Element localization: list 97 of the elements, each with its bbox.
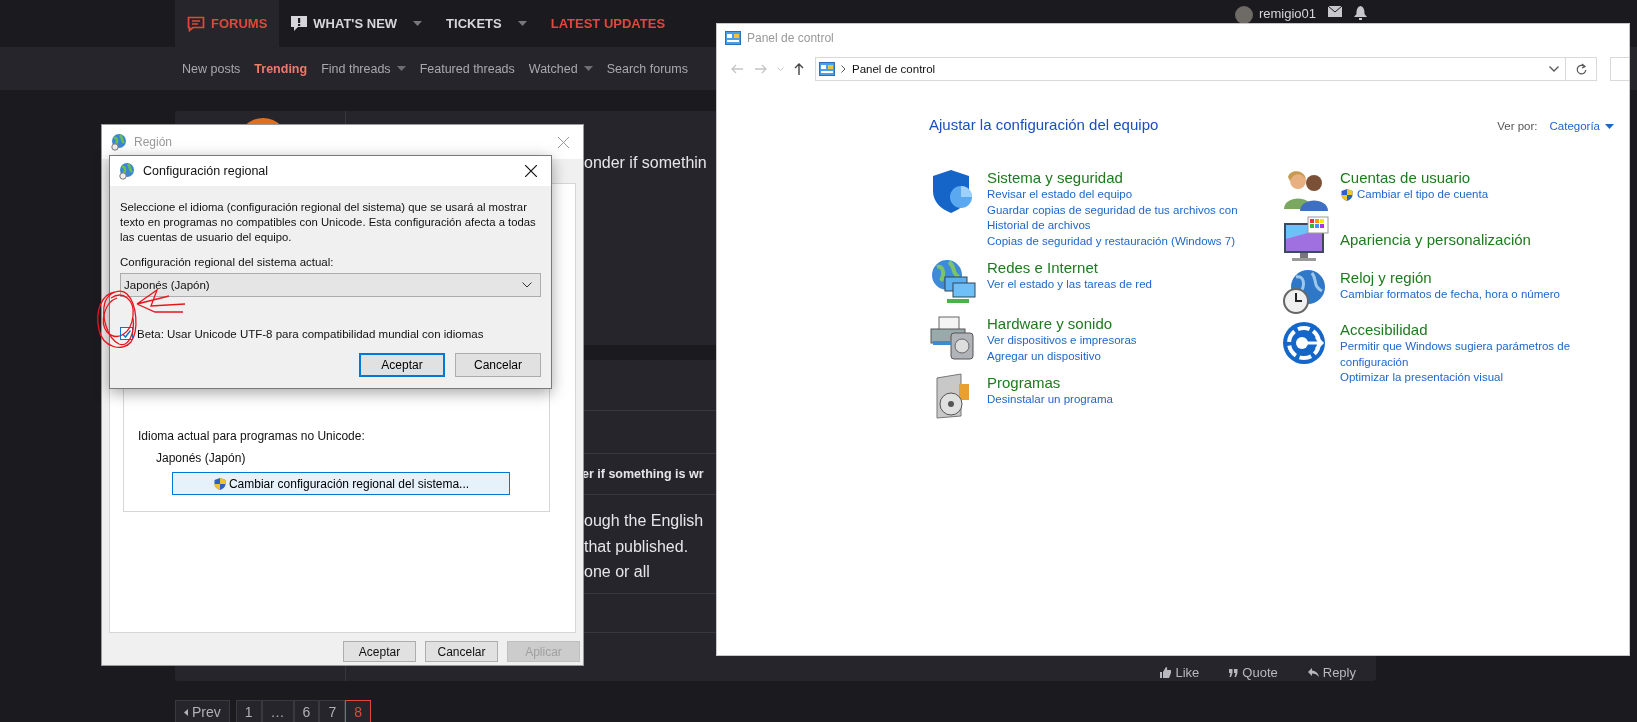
users-icon — [1284, 171, 1328, 211]
control-panel-icon — [819, 62, 835, 76]
nav-tab[interactable]: FORUMS — [175, 0, 280, 47]
bell-icon[interactable] — [1354, 6, 1367, 20]
category-link[interactable]: Reloj y región — [1340, 269, 1560, 286]
arrow-up-icon — [794, 63, 804, 75]
post-action-link[interactable]: Like — [1154, 664, 1206, 681]
printer-icon — [930, 316, 974, 360]
monitor-palette-icon — [1284, 216, 1329, 261]
task-link[interactable]: Guardar copias de seguridad de tus archivos con Historial de archivos — [987, 202, 1249, 234]
control-panel-icon — [725, 31, 741, 45]
task-link[interactable]: Optimizar la presentación visual — [1340, 370, 1590, 386]
chevron-right-icon — [841, 65, 846, 73]
address-bar[interactable]: Panel de control — [815, 57, 1566, 81]
chevron-down-icon — [522, 282, 532, 288]
post-text: ough the English — [584, 511, 704, 531]
subnav-link[interactable]: New posts — [175, 61, 248, 76]
task-link[interactable]: Ver dispositivos e impresoras — [987, 333, 1137, 349]
refresh-button[interactable] — [1566, 57, 1597, 81]
post-text: that published. — [584, 536, 689, 557]
description-text: Seleccione el idioma (configuración regional del sistema) que se usará al mostrar texto en programas no compatibles con Unicode. Esta configuración afecta a todas las cuentas de usuario del equipo. — [120, 200, 537, 245]
page-button[interactable]: 1 — [235, 700, 262, 722]
page-button[interactable]: 6 — [293, 700, 320, 722]
task-link[interactable]: Cambiar el tipo de cuenta — [1340, 187, 1489, 203]
category-link[interactable]: Redes e Internet — [987, 259, 1152, 276]
page-heading: Ajustar la configuración del equipo — [929, 116, 1160, 133]
task-link[interactable]: Permitir que Windows sugiera parámetros de configuración — [1340, 339, 1590, 370]
dialog-button[interactable]: Cancelar — [425, 641, 498, 662]
globe-clock-icon — [110, 133, 128, 151]
shield-icon — [212, 476, 227, 491]
program-box-icon — [936, 373, 969, 419]
post-text: one or all — [584, 562, 650, 582]
category-link[interactable]: Accesibilidad — [1340, 321, 1590, 338]
task-link[interactable]: Ver el estado y las tareas de red — [987, 277, 1152, 293]
subnav-link[interactable]: Find threads — [314, 61, 413, 76]
page-button[interactable]: … — [261, 700, 294, 722]
nav-tab[interactable]: LATEST UPDATES — [538, 0, 678, 47]
window-title: Panel de control — [747, 31, 834, 45]
globe-clock-icon — [118, 162, 136, 180]
current-language-label: Idioma actual para programas no Unicode: — [138, 429, 366, 443]
subnav-link[interactable]: Trending — [247, 61, 315, 76]
category-link[interactable]: Cuentas de usuario — [1340, 169, 1489, 186]
dialog-button[interactable]: Aceptar — [343, 641, 416, 662]
prev-page-button[interactable]: Prev — [175, 700, 230, 722]
change-locale-button[interactable]: Cambiar configuración regional del sistema... — [172, 472, 510, 495]
window-title: Región — [134, 135, 173, 149]
current-language-value: Japonés (Japón) — [156, 451, 247, 465]
caret-left-icon — [184, 708, 188, 716]
category-link[interactable]: Apariencia y personalización — [1340, 231, 1531, 248]
alert-bubble-icon — [291, 15, 308, 32]
shield-icon — [1340, 187, 1354, 202]
subnav-link[interactable]: Featured threads — [412, 61, 522, 76]
username[interactable]: remigio01 — [1258, 6, 1316, 21]
globe-clock-icon — [1283, 270, 1325, 314]
dialog-button[interactable]: Aceptar — [359, 353, 445, 377]
view-by-label: Ver por: — [1497, 120, 1538, 132]
category-link[interactable]: Hardware y sonido — [987, 315, 1137, 332]
caret-icon — [1605, 123, 1614, 129]
locale-label: Configuración regional del sistema actual: — [120, 256, 335, 268]
checkbox-label: Beta: Usar Unicode UTF-8 para compatibilidad mundial con idiomas — [137, 327, 484, 340]
accessibility-icon — [1283, 322, 1325, 364]
reply-icon — [1307, 668, 1319, 677]
chevron-down-icon — [776, 67, 784, 71]
category-link[interactable]: Programas — [987, 374, 1113, 391]
page-button[interactable]: 8 — [345, 700, 371, 722]
page-button[interactable]: 7 — [319, 700, 346, 722]
dialog-button[interactable]: Cancelar — [455, 353, 541, 377]
task-link[interactable]: Desinstalar un programa — [987, 392, 1113, 408]
arrow-left-icon — [731, 64, 743, 74]
close-icon — [525, 165, 537, 177]
mail-icon[interactable] — [1328, 6, 1342, 17]
nav-tab[interactable]: TICKETS — [434, 0, 539, 47]
avatar[interactable] — [1234, 6, 1253, 24]
speech-bubble-icon — [187, 15, 205, 32]
quote-icon — [1229, 668, 1239, 677]
refresh-icon — [1575, 63, 1587, 75]
task-link[interactable]: Copias de seguridad y restauración (Windows 7) — [987, 233, 1249, 249]
arrow-right-icon — [755, 64, 767, 74]
post-action-link[interactable]: Reply — [1301, 664, 1362, 681]
nav-tab[interactable]: WHAT'S NEW — [279, 0, 435, 47]
post-action-link[interactable]: Quote — [1223, 664, 1284, 681]
search-field[interactable] — [1610, 57, 1629, 81]
shield-chart-icon — [933, 170, 972, 213]
locale-dropdown[interactable]: Japonés (Japón) — [120, 273, 541, 297]
subnav-link[interactable]: Search forums — [599, 61, 695, 76]
subnav-link[interactable]: Watched — [521, 61, 600, 76]
chevron-down-icon[interactable] — [1549, 66, 1559, 72]
network-globe-icon — [932, 260, 976, 303]
task-link[interactable]: Cambiar formatos de fecha, hora o número — [1340, 287, 1560, 303]
dialog-title: Configuración regional — [143, 164, 269, 178]
close-icon — [557, 136, 569, 148]
category-link[interactable]: Sistema y seguridad — [987, 169, 1249, 186]
post-text: onder if somethin — [584, 154, 707, 172]
task-link[interactable]: Revisar el estado del equipo — [987, 187, 1249, 203]
view-by-dropdown[interactable]: Categoría — [1549, 120, 1614, 132]
task-link[interactable]: Agregar un dispositivo — [987, 348, 1137, 364]
thumbs-up-icon — [1160, 667, 1172, 678]
